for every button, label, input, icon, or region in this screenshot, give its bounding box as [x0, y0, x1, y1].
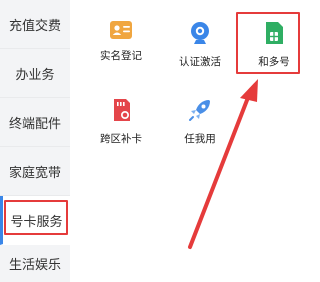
sidebar-item-recharge[interactable]: 充值交费 — [0, 0, 70, 49]
sd-card-icon — [108, 97, 134, 123]
service-label: 跨区补卡 — [100, 133, 142, 145]
service-cross-region-card[interactable]: 跨区补卡 — [89, 77, 153, 145]
service-auth-activation[interactable]: 认证激活 — [168, 0, 232, 68]
sidebar-item-label: 办业务 — [15, 67, 55, 83]
sidebar-item-entertainment[interactable]: 生活娱乐 — [0, 245, 70, 282]
highlight-box-service — [236, 12, 300, 74]
highlight-box-sidebar — [4, 200, 68, 235]
camera-icon — [187, 20, 213, 46]
category-sidebar: 充值交费 办业务 终端配件 家庭宽带 号卡服务 生活娱乐 — [0, 0, 70, 282]
sidebar-item-label: 家庭宽带 — [8, 165, 61, 181]
rocket-icon — [187, 97, 213, 123]
sidebar-item-devices[interactable]: 终端配件 — [0, 98, 70, 147]
service-label: 认证激活 — [179, 56, 221, 68]
sidebar-item-broadband[interactable]: 家庭宽带 — [0, 147, 70, 196]
service-unlimited-use[interactable]: 任我用 — [168, 77, 232, 145]
sidebar-item-label: 生活娱乐 — [8, 258, 61, 273]
id-card-icon — [108, 20, 134, 40]
service-real-name-registration[interactable]: 实名登记 — [89, 0, 153, 62]
sidebar-item-business[interactable]: 办业务 — [0, 49, 70, 98]
sidebar-item-label: 终端配件 — [8, 116, 61, 132]
service-label: 实名登记 — [100, 50, 142, 62]
sidebar-item-label: 充值交费 — [8, 18, 61, 34]
service-label: 任我用 — [184, 133, 216, 145]
